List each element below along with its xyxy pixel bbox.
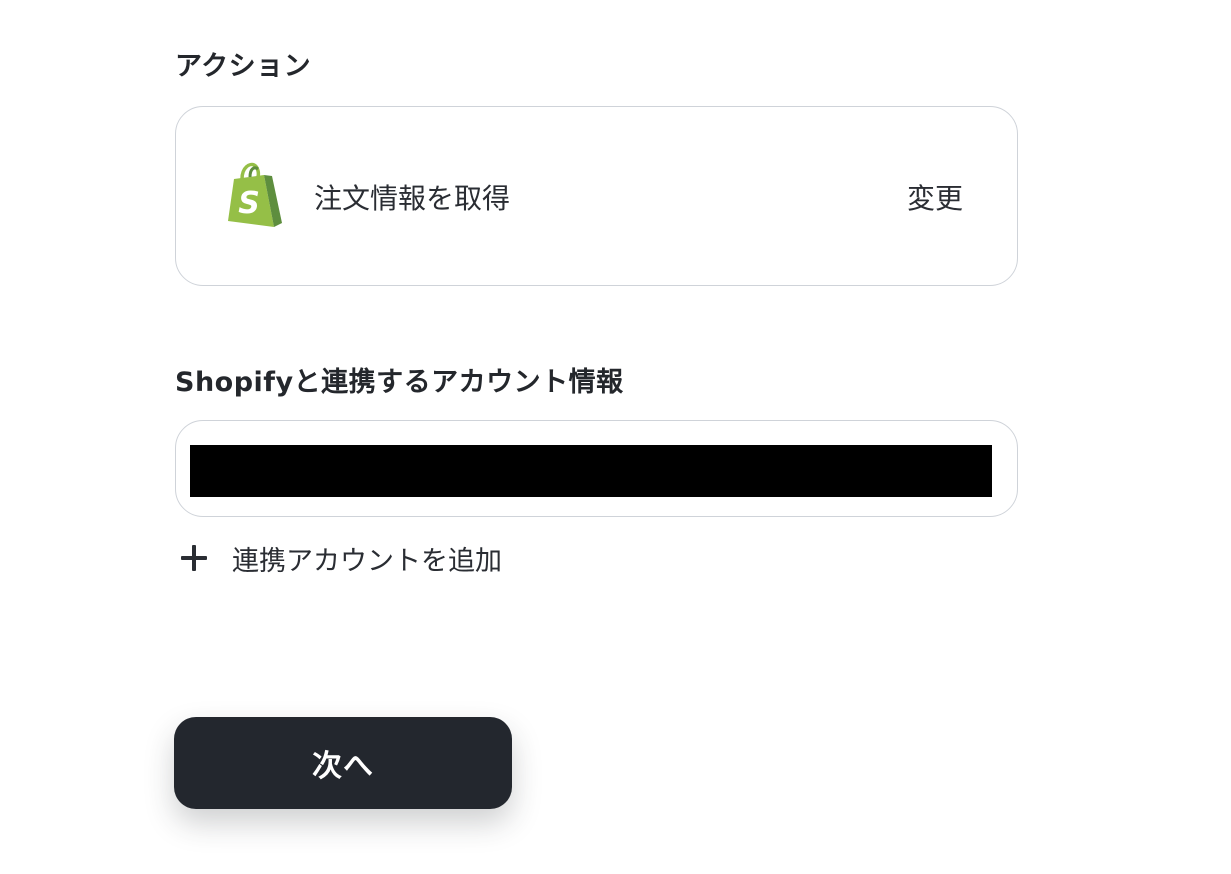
account-section-label: Shopifyと連携するアカウント情報 bbox=[175, 367, 624, 398]
change-action-link[interactable]: 変更 bbox=[907, 177, 963, 217]
action-settings-page: アクション S 注文情報を取得 変更 Shopifyと連携するアカウント情報 連… bbox=[0, 0, 1231, 874]
action-card: S 注文情報を取得 変更 bbox=[175, 106, 1018, 286]
svg-text:S: S bbox=[238, 186, 260, 221]
account-select[interactable] bbox=[175, 420, 1018, 517]
next-button[interactable]: 次へ bbox=[174, 717, 512, 809]
action-section-label: アクション bbox=[175, 51, 312, 82]
redacted-account-value bbox=[190, 445, 992, 497]
add-account-label: 連携アカウントを追加 bbox=[232, 545, 502, 577]
action-name: 注文情報を取得 bbox=[314, 182, 511, 215]
add-account-button[interactable]: 連携アカウントを追加 bbox=[178, 540, 502, 577]
plus-icon bbox=[178, 542, 210, 574]
shopify-icon: S bbox=[220, 161, 284, 231]
